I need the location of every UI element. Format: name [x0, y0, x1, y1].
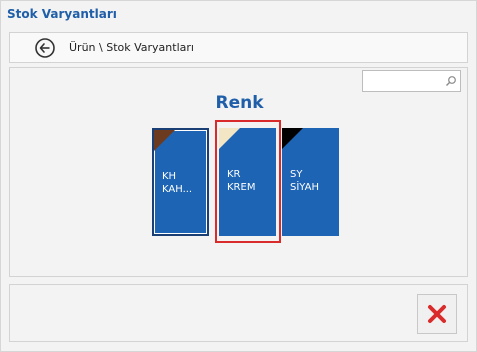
variant-code: KH — [162, 171, 177, 182]
variant-code: SY — [290, 169, 303, 180]
color-swatch — [219, 128, 240, 149]
window-title: Stok Varyantları — [7, 7, 117, 21]
footer-bar — [9, 284, 468, 342]
search-input[interactable] — [365, 72, 447, 90]
variant-tile-sy[interactable]: SY SİYAH — [282, 128, 339, 236]
color-swatch — [282, 128, 303, 149]
search-box[interactable] — [362, 70, 461, 92]
close-icon — [428, 305, 446, 323]
variant-panel: Renk KH KAH... KR KREM SY SİYAH — [9, 67, 468, 277]
breadcrumb: Ürün \ Stok Varyantları — [9, 32, 468, 63]
variant-tile-kr[interactable]: KR KREM — [219, 128, 276, 236]
variant-name: KREM — [227, 182, 256, 193]
variant-tile-kh[interactable]: KH KAH... — [152, 128, 209, 236]
color-swatch — [154, 130, 175, 151]
variant-name: KAH... — [162, 184, 193, 195]
group-title: Renk — [215, 93, 264, 113]
back-button[interactable] — [34, 37, 56, 59]
close-button[interactable] — [417, 294, 457, 334]
search-icon[interactable] — [445, 75, 457, 87]
title-bar: Stok Varyantları — [1, 1, 476, 29]
breadcrumb-path: Ürün \ Stok Varyantları — [69, 41, 194, 54]
variant-name: SİYAH — [290, 182, 319, 193]
stock-variants-window: Stok Varyantları Ürün \ Stok Varyantları… — [0, 0, 477, 352]
variant-code: KR — [227, 169, 241, 180]
circle-arrow-left-icon — [35, 38, 55, 58]
